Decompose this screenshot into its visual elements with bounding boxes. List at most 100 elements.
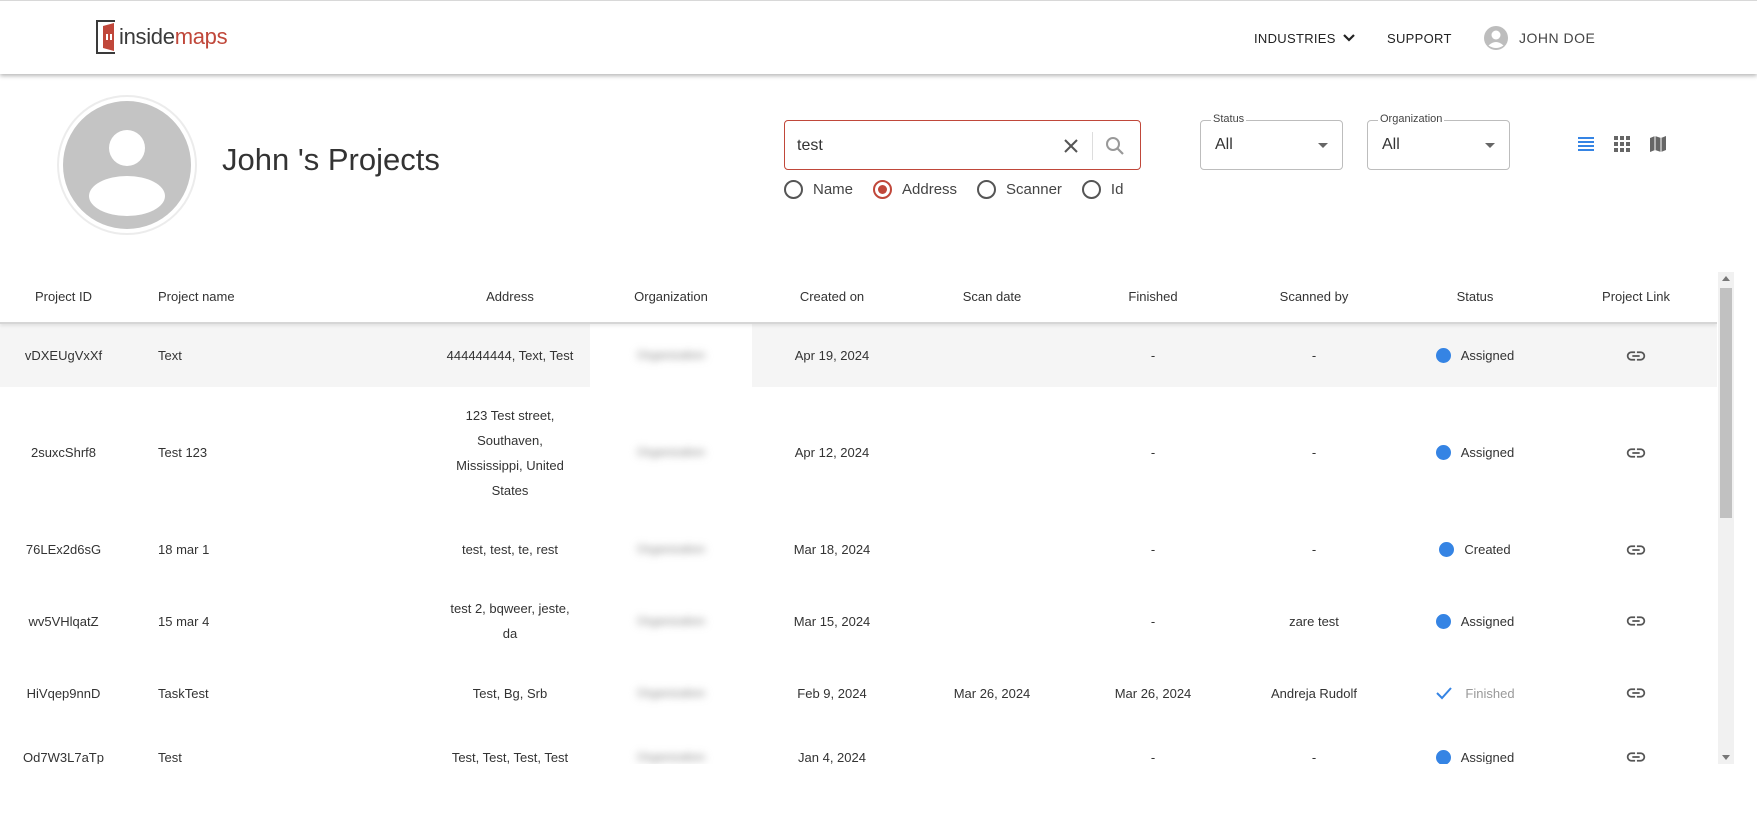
list-view-icon[interactable]	[1576, 134, 1596, 154]
table-row[interactable]: wv5VHlqatZ 15 mar 4 test 2, bqweer, jest…	[0, 581, 1717, 661]
chevron-down-icon	[1342, 34, 1355, 42]
link-icon[interactable]	[1625, 442, 1647, 464]
project-id: 76LEx2d6sG	[25, 542, 102, 557]
project-id: HiVqep9nnD	[26, 685, 101, 701]
scan-date	[912, 324, 1072, 387]
projects-table: Project ID Project name Address Organiza…	[0, 270, 1717, 764]
user-avatar-icon	[63, 101, 191, 229]
radio-circle	[977, 179, 997, 199]
table-row[interactable]: 2suxcShrf8 Test 123 123 Test street, Sou…	[0, 387, 1717, 518]
project-link-cell	[1556, 725, 1716, 764]
nav-user-menu[interactable]: JOHN DOE	[1483, 1, 1595, 75]
project-link-cell	[1556, 581, 1716, 661]
status-cell: Assigned	[1395, 324, 1555, 387]
status-dot-icon	[1435, 348, 1451, 363]
column-header[interactable]: Project name	[158, 270, 358, 324]
table-row[interactable]: HiVqep9nnD TaskTest Test, Bg, Srb Organi…	[0, 661, 1717, 725]
radio-circle	[873, 179, 893, 199]
column-header[interactable]: Project ID	[0, 270, 127, 324]
nav-industries[interactable]: INDUSTRIES	[1254, 1, 1356, 75]
link-icon[interactable]	[1625, 539, 1647, 561]
organization-filter-value: All	[1382, 136, 1400, 153]
project-organization: Organization	[636, 613, 706, 628]
column-header[interactable]: Organization	[590, 270, 752, 324]
scroll-down-arrow-icon[interactable]	[1722, 755, 1730, 760]
search-box	[784, 120, 1141, 170]
column-header[interactable]: Scan date	[912, 270, 1072, 324]
status-label: Assigned	[1460, 749, 1515, 765]
radio-scanner[interactable]: Scanner	[977, 179, 1062, 199]
scan-date	[912, 725, 1072, 764]
status-cell: Created	[1395, 518, 1555, 581]
scan-date	[912, 387, 1072, 518]
user-avatar-icon	[1484, 26, 1508, 50]
radio-circle	[1081, 179, 1101, 199]
column-header[interactable]: Project Link	[1556, 270, 1716, 324]
project-address: test, test, te, rest	[461, 542, 559, 557]
finished-date: -	[1150, 445, 1156, 460]
status-filter-select[interactable]: Status All	[1200, 113, 1343, 170]
scanned-by: Andreja Rudolf	[1271, 685, 1357, 701]
status-cell: Finished	[1395, 661, 1555, 725]
status-label: Created	[1464, 542, 1511, 557]
scanned-by: -	[1311, 445, 1317, 460]
column-header[interactable]: Status	[1395, 270, 1555, 324]
table-row[interactable]: 76LEx2d6sG 18 mar 1 test, test, te, rest…	[0, 518, 1717, 581]
status-dot-icon	[1435, 445, 1451, 460]
link-icon[interactable]	[1625, 345, 1647, 367]
project-address: test 2, bqweer, jeste, da	[450, 601, 570, 641]
status-filter-label: Status	[1211, 113, 1247, 125]
check-icon	[1436, 687, 1453, 700]
finished-date: -	[1150, 749, 1156, 765]
column-header[interactable]: Scanned by	[1233, 270, 1395, 324]
nav-support[interactable]: SUPPORT	[1387, 1, 1452, 75]
scan-date	[912, 581, 1072, 661]
scroll-up-arrow-icon[interactable]	[1722, 276, 1730, 281]
project-id: wv5VHlqatZ	[28, 613, 99, 629]
scanned-by: -	[1311, 749, 1317, 765]
project-name: Test	[158, 749, 182, 765]
project-organization: Organization	[636, 445, 706, 459]
close-icon[interactable]	[1059, 134, 1083, 158]
scrollbar-thumb[interactable]	[1720, 288, 1732, 518]
link-icon[interactable]	[1625, 682, 1647, 704]
radio-id[interactable]: Id	[1081, 179, 1123, 199]
project-address: Test, Test, Test, Test	[451, 749, 569, 765]
logo-door-icon	[96, 20, 115, 54]
table-row[interactable]: Od7W3L7aTp Test Test, Test, Test, Test O…	[0, 725, 1717, 764]
search-icon[interactable]	[1103, 134, 1127, 158]
link-icon[interactable]	[1625, 610, 1647, 632]
status-dot-icon	[1435, 613, 1451, 629]
scan-date: Mar 26, 2024	[953, 685, 1031, 701]
insidemaps-logo[interactable]: insidemaps	[95, 18, 228, 56]
radio-address[interactable]: Address	[873, 179, 957, 199]
project-name: 18 mar 1	[158, 542, 210, 557]
project-link-cell	[1556, 518, 1716, 581]
link-icon[interactable]	[1625, 746, 1647, 764]
organization-filter-label: Organization	[1378, 113, 1445, 125]
organization-filter-select[interactable]: Organization All	[1367, 113, 1510, 170]
scan-date	[912, 518, 1072, 581]
column-header[interactable]: Finished	[1073, 270, 1233, 324]
status-cell: Assigned	[1395, 387, 1555, 518]
map-view-icon[interactable]	[1648, 134, 1668, 154]
logo-text: insidemaps	[119, 24, 228, 49]
project-address: 444444444, Text, Test	[446, 348, 574, 363]
status-label: Assigned	[1460, 613, 1515, 629]
scanned-by: -	[1311, 542, 1317, 557]
dropdown-arrow-icon	[1485, 143, 1495, 148]
column-header[interactable]: Created on	[752, 270, 912, 324]
created-on: Apr 12, 2024	[794, 445, 870, 460]
table-row[interactable]: vDXEUgVxXf Text 444444444, Text, Test Or…	[0, 324, 1717, 387]
status-label: Assigned	[1460, 445, 1515, 460]
scanned-by: -	[1311, 348, 1317, 363]
search-input[interactable]	[797, 135, 1047, 157]
finished-date: Mar 26, 2024	[1114, 685, 1192, 701]
grid-view-icon[interactable]	[1612, 134, 1632, 154]
status-dot-icon	[1439, 542, 1455, 557]
table-scrollbar[interactable]	[1718, 272, 1734, 764]
created-on: Apr 19, 2024	[794, 348, 870, 363]
radio-name[interactable]: Name	[784, 179, 853, 199]
column-header[interactable]: Address	[430, 270, 590, 324]
project-organization: Organization	[590, 324, 752, 387]
